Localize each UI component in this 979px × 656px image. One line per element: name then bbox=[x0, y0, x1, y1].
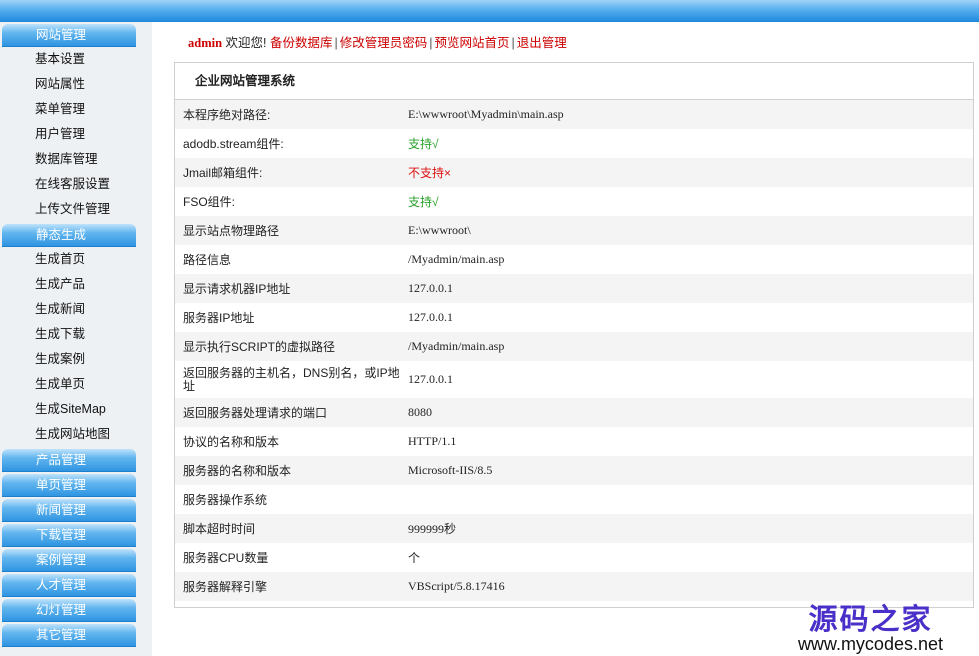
nav-separator: | bbox=[511, 36, 515, 50]
nav-separator: | bbox=[334, 36, 338, 50]
sidebar-item-gen-sitemap[interactable]: 生成SiteMap bbox=[0, 397, 152, 422]
row-key: 显示请求机器IP地址 bbox=[175, 274, 400, 303]
row-value: /Myadmin/main.asp bbox=[400, 245, 973, 274]
sidebar-item-basic-settings[interactable]: 基本设置 bbox=[0, 47, 152, 72]
table-row: adodb.stream组件: 支持√ bbox=[175, 129, 973, 158]
system-info-panel: 企业网站管理系统 本程序绝对路径: E:\wwwroot\Myadmin\main… bbox=[174, 62, 974, 608]
nav-separator: | bbox=[429, 36, 433, 50]
table-row: 显示执行SCRIPT的虚拟路径/Myadmin/main.asp bbox=[175, 332, 973, 361]
row-value-supported: 支持√ bbox=[400, 129, 973, 158]
sidebar-item-database[interactable]: 数据库管理 bbox=[0, 147, 152, 172]
sidebar-item-gen-cases[interactable]: 生成案例 bbox=[0, 347, 152, 372]
watermark-url: www.mycodes.net bbox=[797, 634, 943, 654]
row-value: E:\wwwroot\ bbox=[400, 216, 973, 245]
sidebar-group-downloads[interactable]: 下载管理 bbox=[2, 524, 136, 547]
row-value: 个 bbox=[400, 543, 973, 572]
row-value: 127.0.0.1 bbox=[400, 274, 973, 303]
row-value-unsupported: 不支持× bbox=[400, 158, 973, 187]
system-info-table: 本程序绝对路径: E:\wwwroot\Myadmin\main.asp adod… bbox=[175, 100, 973, 601]
row-key: 协议的名称和版本 bbox=[175, 427, 400, 456]
welcome-text: 欢迎您! bbox=[225, 36, 267, 50]
username: admin bbox=[188, 36, 223, 50]
table-row: Jmail邮箱组件: 不支持× bbox=[175, 158, 973, 187]
row-value: 8080 bbox=[400, 398, 973, 427]
row-key: 路径信息 bbox=[175, 245, 400, 274]
change-password-link[interactable]: 修改管理员密码 bbox=[340, 36, 428, 50]
sidebar-group-cases[interactable]: 案例管理 bbox=[2, 549, 136, 572]
table-row: 本程序绝对路径: E:\wwwroot\Myadmin\main.asp bbox=[175, 100, 973, 129]
row-value: 127.0.0.1 bbox=[400, 303, 973, 332]
row-value-supported: 支持√ bbox=[400, 187, 973, 216]
sidebar-group-other[interactable]: 其它管理 bbox=[2, 624, 136, 647]
sidebar-item-gen-downloads[interactable]: 生成下载 bbox=[0, 322, 152, 347]
row-key: 服务器IP地址 bbox=[175, 303, 400, 332]
watermark: 源码之家 www.mycodes.net bbox=[798, 604, 943, 654]
sidebar-item-gen-single-page[interactable]: 生成单页 bbox=[0, 372, 152, 397]
row-key: 返回服务器的主机名，DNS别名，或IP地址 bbox=[175, 361, 400, 398]
table-row: 服务器解释引擎 VBScript/5.8.17416 bbox=[175, 572, 973, 601]
row-value: /Myadmin/main.asp bbox=[400, 332, 973, 361]
backup-database-link[interactable]: 备份数据库 bbox=[270, 36, 333, 50]
table-row: 返回服务器处理请求的端口 8080 bbox=[175, 398, 973, 427]
row-key: 服务器解释引擎 bbox=[175, 572, 400, 601]
sidebar-item-uploads[interactable]: 上传文件管理 bbox=[0, 197, 152, 222]
sidebar-group-talent[interactable]: 人才管理 bbox=[2, 574, 136, 597]
sidebar: 网站管理 基本设置 网站属性 菜单管理 用户管理 数据库管理 在线客服设置 上传… bbox=[0, 22, 152, 656]
row-value: Microsoft-IIS/8.5 bbox=[400, 456, 973, 485]
table-row: 显示请求机器IP地址 127.0.0.1 bbox=[175, 274, 973, 303]
panel-title: 企业网站管理系统 bbox=[175, 63, 973, 100]
sidebar-item-gen-news[interactable]: 生成新闻 bbox=[0, 297, 152, 322]
table-row: FSO组件: 支持√ bbox=[175, 187, 973, 216]
row-key: 脚本超时时间 bbox=[175, 514, 400, 543]
table-row: 协议的名称和版本 HTTP/1.1 bbox=[175, 427, 973, 456]
row-key: 服务器CPU数量 bbox=[175, 543, 400, 572]
table-row: 脚本超时时间 999999秒 bbox=[175, 514, 973, 543]
row-key: Jmail邮箱组件: bbox=[175, 158, 400, 187]
row-value: VBScript/5.8.17416 bbox=[400, 572, 973, 601]
preview-site-link[interactable]: 预览网站首页 bbox=[435, 36, 510, 50]
sidebar-group-news[interactable]: 新闻管理 bbox=[2, 499, 136, 522]
sidebar-item-site-properties[interactable]: 网站属性 bbox=[0, 72, 152, 97]
sidebar-group-products[interactable]: 产品管理 bbox=[2, 449, 136, 472]
row-value: E:\wwwroot\Myadmin\main.asp bbox=[400, 100, 973, 129]
table-row: 路径信息/Myadmin/main.asp bbox=[175, 245, 973, 274]
row-key: 显示站点物理路径 bbox=[175, 216, 400, 245]
sidebar-item-gen-site-map[interactable]: 生成网站地图 bbox=[0, 422, 152, 447]
table-row: 服务器IP地址 127.0.0.1 bbox=[175, 303, 973, 332]
table-row: 返回服务器的主机名，DNS别名，或IP地址 127.0.0.1 bbox=[175, 361, 973, 398]
sidebar-group-site[interactable]: 网站管理 bbox=[2, 24, 136, 47]
sidebar-item-gen-products[interactable]: 生成产品 bbox=[0, 272, 152, 297]
row-value: HTTP/1.1 bbox=[400, 427, 973, 456]
watermark-cn: 源码之家 bbox=[808, 602, 933, 636]
sidebar-group-static[interactable]: 静态生成 bbox=[2, 224, 136, 247]
table-row: 显示站点物理路径 E:\wwwroot\ bbox=[175, 216, 973, 245]
row-key: 服务器的名称和版本 bbox=[175, 456, 400, 485]
main-content: admin 欢迎您! 备份数据库 | 修改管理员密码 | 预览网站首页 | 退出管理 企业网… bbox=[152, 22, 979, 656]
row-key: 本程序绝对路径: bbox=[175, 100, 400, 129]
sidebar-item-gen-home[interactable]: 生成首页 bbox=[0, 247, 152, 272]
sidebar-item-users[interactable]: 用户管理 bbox=[0, 122, 152, 147]
row-value: 999999秒 bbox=[400, 514, 973, 543]
logout-link[interactable]: 退出管理 bbox=[517, 36, 567, 50]
row-key: 返回服务器处理请求的端口 bbox=[175, 398, 400, 427]
top-header-bar bbox=[0, 0, 979, 22]
row-value: 127.0.0.1 bbox=[400, 361, 973, 398]
top-nav: admin 欢迎您! 备份数据库 | 修改管理员密码 | 预览网站首页 | 退出管理 bbox=[188, 32, 567, 51]
sidebar-group-slides[interactable]: 幻灯管理 bbox=[2, 599, 136, 622]
sidebar-item-online-service[interactable]: 在线客服设置 bbox=[0, 172, 152, 197]
table-row: 服务器CPU数量个 bbox=[175, 543, 973, 572]
table-row: 服务器操作系统 bbox=[175, 485, 973, 514]
sidebar-group-single-pages[interactable]: 单页管理 bbox=[2, 474, 136, 497]
row-key: 服务器操作系统 bbox=[175, 485, 400, 514]
table-row: 服务器的名称和版本 Microsoft-IIS/8.5 bbox=[175, 456, 973, 485]
row-key: 显示执行SCRIPT的虚拟路径 bbox=[175, 332, 400, 361]
sidebar-item-menu[interactable]: 菜单管理 bbox=[0, 97, 152, 122]
row-key: adodb.stream组件: bbox=[175, 129, 400, 158]
row-value bbox=[400, 485, 973, 514]
row-key: FSO组件: bbox=[175, 187, 400, 216]
